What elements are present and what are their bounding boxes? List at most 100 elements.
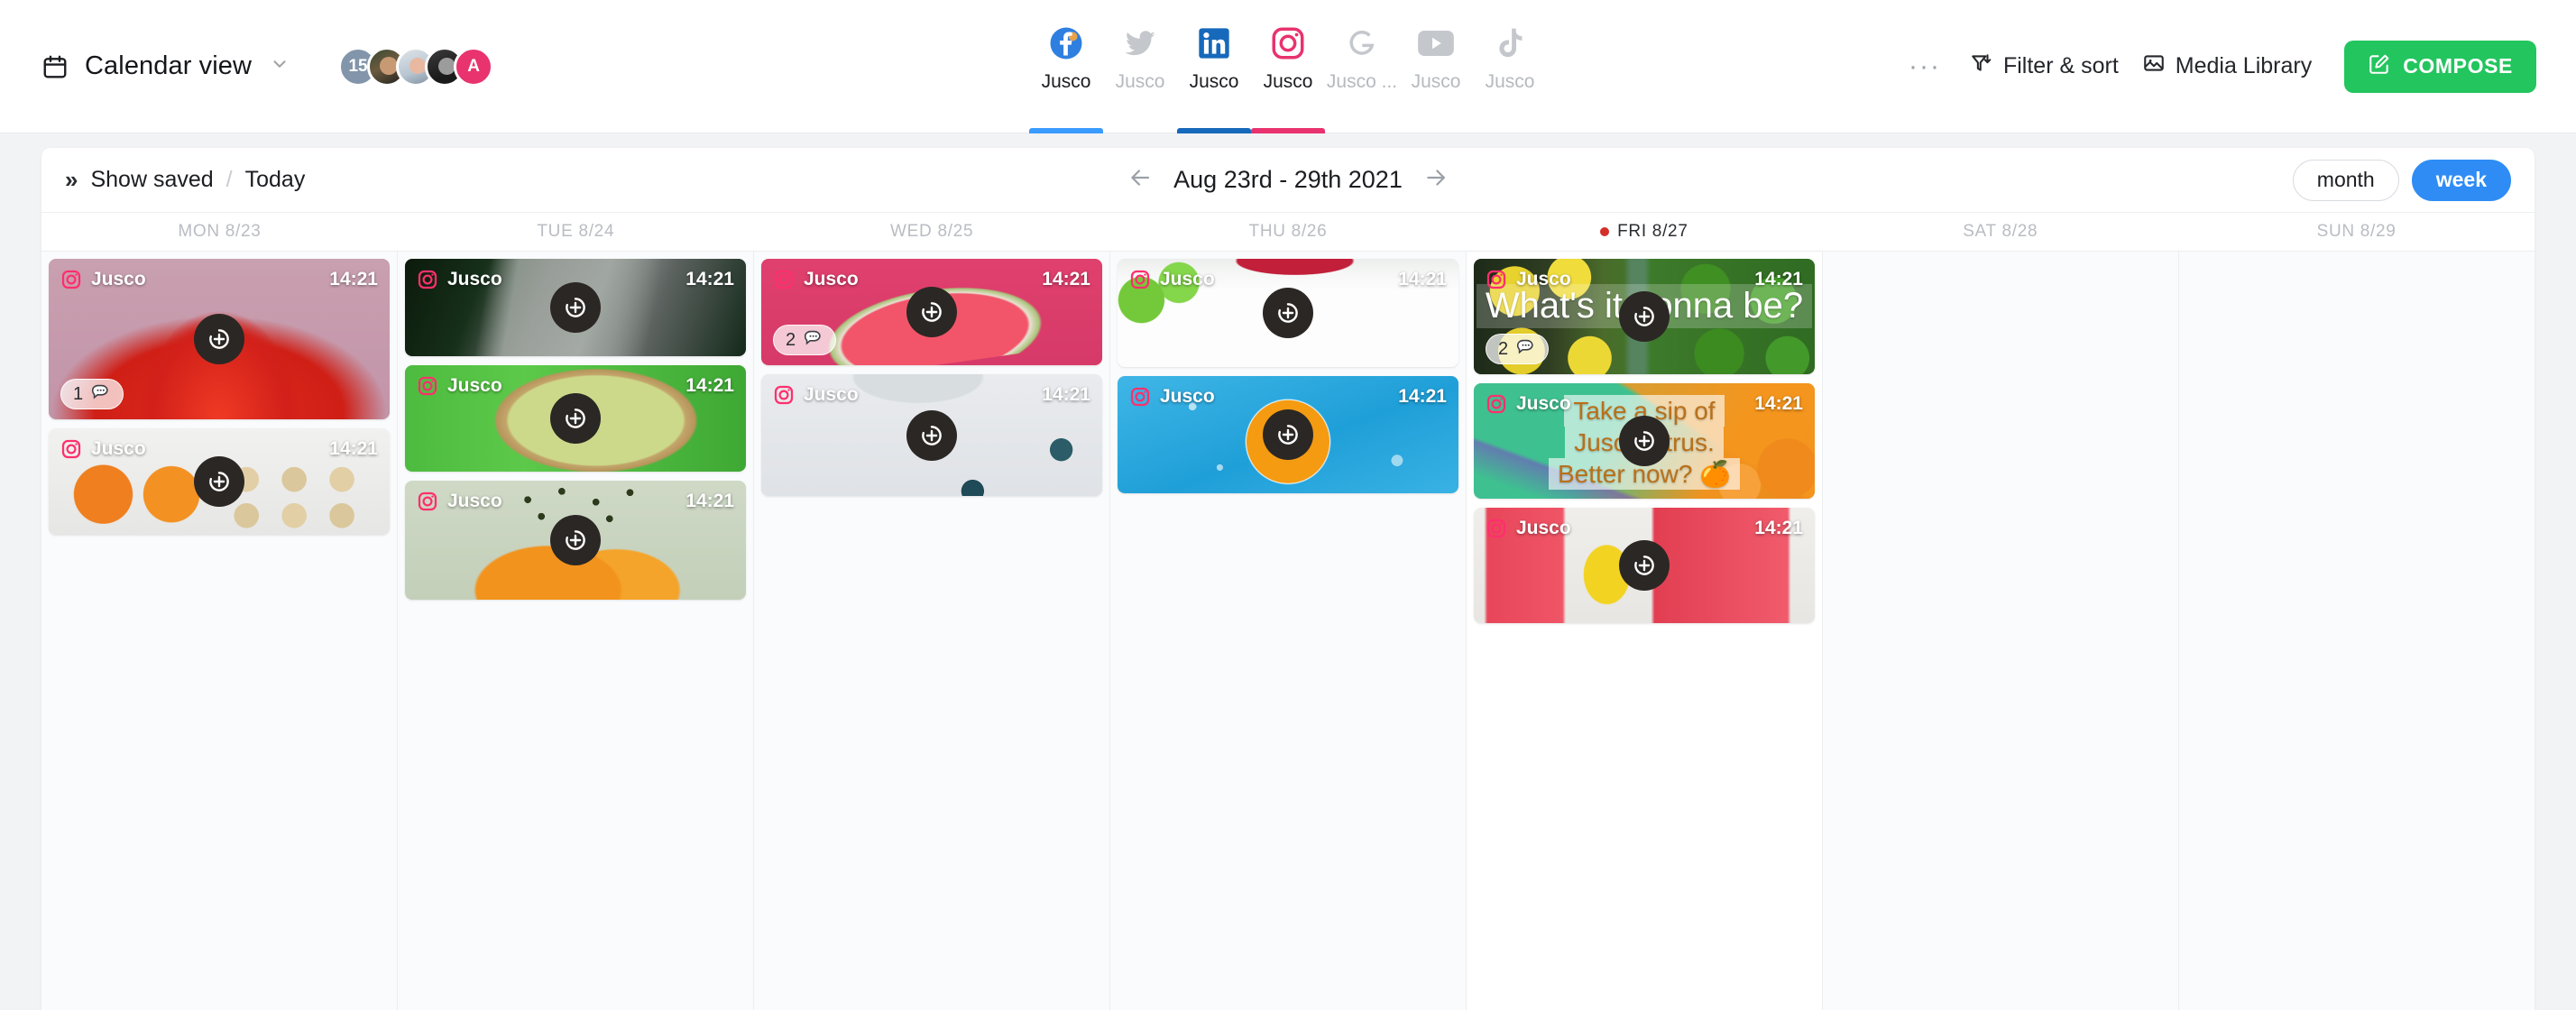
day-column-fri[interactable]: What's it gonna be? Jusco 14:21 2 Take a… <box>1467 252 1823 1010</box>
post-brand-label: Jusco <box>1516 518 1571 538</box>
today-button[interactable]: Today <box>245 167 306 193</box>
post-brand-label: Jusco <box>91 269 146 289</box>
add-circle-icon[interactable] <box>194 314 244 364</box>
day-column-tue[interactable]: Jusco 14:21 Jusco 14:21 Jusco 14:21 <box>398 252 754 1010</box>
network-tab-instagram[interactable]: Jusco <box>1251 0 1325 133</box>
comment-count-badge[interactable]: 2 <box>773 325 837 355</box>
post-card[interactable]: Jusco 14:21 <box>1118 376 1458 493</box>
instagram-icon <box>773 269 795 290</box>
day-header-tue: TUE 8/24 <box>398 213 754 251</box>
compose-button[interactable]: COMPOSE <box>2344 40 2536 93</box>
arrow-right-icon[interactable] <box>1422 164 1449 196</box>
add-circle-icon[interactable] <box>1619 540 1670 591</box>
day-column-sat[interactable] <box>1823 252 2179 1010</box>
post-card[interactable]: Take a sip of Jusco citrus. Better now? 🍊 … <box>1474 383 1815 499</box>
view-switcher[interactable]: Calendar view 15 A <box>0 46 494 87</box>
post-time: 14:21 <box>1754 518 1803 538</box>
media-library-label: Media Library <box>2175 53 2313 78</box>
month-toggle-button[interactable]: month <box>2292 159 2399 201</box>
post-card[interactable]: Jusco 14:21 <box>761 374 1102 496</box>
network-tab-youtube[interactable]: Jusco <box>1399 0 1473 133</box>
post-time: 14:21 <box>685 375 734 396</box>
post-card[interactable]: Jusco 14:21 <box>49 428 390 535</box>
post-brand-label: Jusco <box>447 269 502 289</box>
post-card[interactable]: Jusco 14:21 <box>405 365 746 472</box>
day-label: FRI 8/27 <box>1617 222 1688 241</box>
network-tab-linkedin[interactable]: Jusco <box>1177 0 1251 133</box>
network-tab-tiktok[interactable]: Jusco <box>1473 0 1547 133</box>
network-label: Jusco <box>1485 71 1535 92</box>
comment-count-badge[interactable]: 2 <box>1486 334 1550 364</box>
top-bar-actions: ··· Filter & sort Media Library COMPOSE <box>1903 40 2536 93</box>
facebook-icon <box>1046 23 1086 63</box>
post-card[interactable]: Jusco 14:21 <box>405 259 746 356</box>
network-label: Jusco ... <box>1326 71 1398 92</box>
instagram-icon <box>417 269 438 290</box>
post-card[interactable]: Jusco 14:21 <box>1474 508 1815 623</box>
day-column-thu[interactable]: Jusco 14:21 Jusco 14:21 <box>1110 252 1467 1010</box>
post-time: 14:21 <box>1042 384 1090 405</box>
more-options-button[interactable]: ··· <box>1903 52 1946 79</box>
day-header-sat: SAT 8/28 <box>1822 213 2178 251</box>
chevron-down-icon[interactable] <box>268 54 290 78</box>
add-circle-icon[interactable] <box>1263 409 1313 460</box>
day-column-sun[interactable] <box>2179 252 2535 1010</box>
add-circle-icon[interactable] <box>1619 291 1670 342</box>
filter-and-sort-button[interactable]: Filter & sort <box>1970 51 2119 81</box>
calendar-icon <box>41 53 69 80</box>
day-label: WED 8/25 <box>890 222 974 241</box>
post-brand-label: Jusco <box>804 269 859 289</box>
post-card[interactable]: Jusco 14:21 <box>405 481 746 600</box>
post-time: 14:21 <box>1398 386 1447 407</box>
add-circle-icon[interactable] <box>906 409 957 461</box>
post-brand-label: Jusco <box>1160 269 1215 289</box>
add-circle-icon[interactable] <box>1263 288 1313 338</box>
media-library-button[interactable]: Media Library <box>2142 51 2312 81</box>
twitter-icon <box>1120 23 1160 63</box>
post-brand-label: Jusco <box>91 438 146 459</box>
network-label: Jusco <box>1411 71 1461 92</box>
tiktok-icon <box>1490 23 1530 63</box>
day-label: TUE 8/24 <box>537 222 615 241</box>
calendar-subbar: » Show saved / Today Aug 23rd - 29th 202… <box>41 148 2535 213</box>
day-header-thu: THU 8/26 <box>1110 213 1467 251</box>
chevron-double-right-icon[interactable]: » <box>65 166 78 194</box>
instagram-icon <box>1129 269 1151 290</box>
post-card[interactable]: What's it gonna be? Jusco 14:21 2 <box>1474 259 1815 374</box>
date-range-nav: Aug 23rd - 29th 2021 <box>1127 164 1449 196</box>
day-column-wed[interactable]: Jusco 14:21 2 Jusco 14:21 <box>754 252 1110 1010</box>
add-circle-icon[interactable] <box>906 287 957 337</box>
post-time: 14:21 <box>1754 269 1803 289</box>
comment-count-badge[interactable]: 1 <box>60 379 124 409</box>
network-tab-twitter[interactable]: Jusco <box>1103 0 1177 133</box>
instagram-icon <box>773 384 795 406</box>
youtube-icon <box>1416 23 1456 63</box>
avatar-initial[interactable]: A <box>454 46 494 87</box>
post-card[interactable]: Jusco 14:21 2 <box>761 259 1102 365</box>
day-label: SUN 8/29 <box>2316 222 2397 241</box>
post-card[interactable]: Jusco 14:21 <box>1118 259 1458 367</box>
day-column-mon[interactable]: Jusco 14:21 1 Jusco 14:21 <box>41 252 398 1010</box>
show-saved-button[interactable]: Show saved <box>90 167 213 193</box>
day-label: MON 8/23 <box>178 222 262 241</box>
add-circle-icon[interactable] <box>550 515 601 565</box>
comment-bubble-icon <box>802 326 825 354</box>
post-brand-label: Jusco <box>447 491 502 511</box>
image-icon <box>2142 51 2166 81</box>
instagram-icon <box>60 269 82 290</box>
network-tab-facebook[interactable]: Jusco <box>1029 0 1103 133</box>
add-circle-icon[interactable] <box>550 393 601 444</box>
arrow-left-icon[interactable] <box>1127 164 1154 196</box>
instagram-icon <box>60 438 82 460</box>
linkedin-icon <box>1194 23 1234 63</box>
avatar-stack[interactable]: 15 A <box>338 46 494 87</box>
post-card[interactable]: Jusco 14:21 1 <box>49 259 390 419</box>
network-label: Jusco <box>1115 71 1165 92</box>
day-headers: MON 8/23 TUE 8/24 WED 8/25 THU 8/26 FRI … <box>41 213 2535 251</box>
add-circle-icon[interactable] <box>550 282 601 333</box>
breadcrumb-separator: / <box>225 167 233 192</box>
week-toggle-button[interactable]: week <box>2411 159 2511 201</box>
add-circle-icon[interactable] <box>1619 416 1670 466</box>
add-circle-icon[interactable] <box>194 456 244 507</box>
network-tab-google-business[interactable]: Jusco ... <box>1325 0 1399 133</box>
